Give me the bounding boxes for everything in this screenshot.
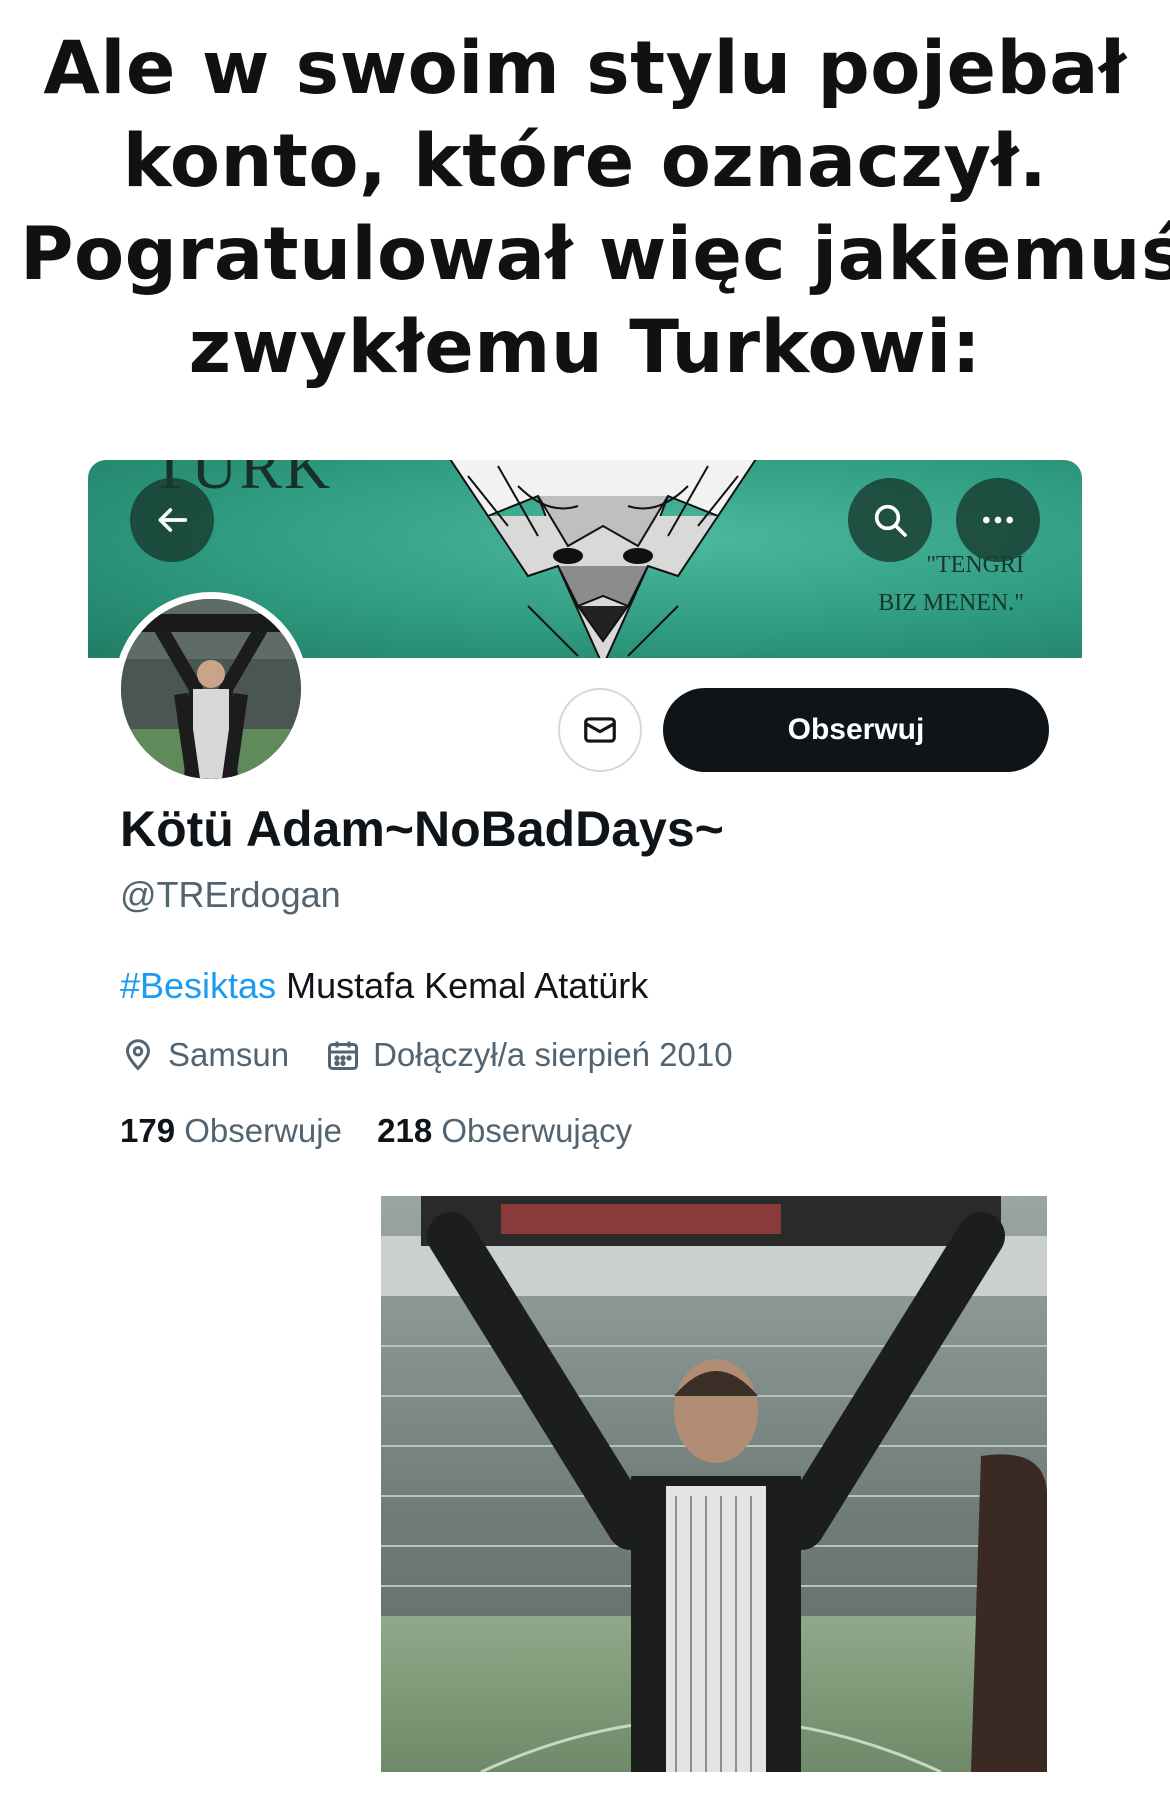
caption-line: Ale w swoim stylu pojebał: [43, 26, 1127, 111]
meme-caption: Ale w swoim stylu pojebał konto, które o…: [20, 22, 1170, 394]
following-link[interactable]: 179 Obserwuje: [120, 1112, 351, 1149]
search-icon: [874, 504, 907, 537]
more-icon: [983, 516, 1013, 524]
stadium-photo-image: [381, 1196, 1047, 1772]
back-button[interactable]: [130, 478, 214, 562]
search-button[interactable]: [848, 478, 932, 562]
followers-count: 218: [377, 1112, 433, 1149]
bio-text: Mustafa Kemal Atatürk: [276, 965, 649, 1006]
location-text: Samsun: [168, 1036, 290, 1073]
user-handle: @TRErdogan: [120, 874, 341, 915]
caption-line: konto, które oznaczył.: [122, 119, 1048, 204]
profile-bio: #Besiktas Mustafa Kemal Atatürk: [120, 965, 648, 1007]
profile-meta: Samsun Dołączył/a sierpień 2010: [120, 1036, 769, 1074]
joined-item: Dołączył/a sierpień 2010: [325, 1036, 733, 1074]
follow-button[interactable]: Obserwuj: [663, 688, 1049, 772]
caption-line: Pogratulował więc jakiemuś: [20, 212, 1170, 297]
follow-stats: 179 Obserwuje 218 Obserwujący: [120, 1112, 658, 1150]
location-item: Samsun: [120, 1036, 289, 1074]
stadium-photo: [381, 1196, 1047, 1772]
caption-line: zwykłemu Turkowi:: [188, 305, 982, 390]
banner-quote-line: BIZ MENEN.": [878, 590, 1024, 616]
display-name: Kötü Adam~NoBadDays~: [120, 801, 724, 857]
avatar[interactable]: [114, 592, 308, 786]
following-label: Obserwuje: [184, 1112, 342, 1149]
following-count: 179: [120, 1112, 176, 1149]
followers-link[interactable]: 218 Obserwujący: [377, 1112, 632, 1149]
wolf-illustration: [449, 460, 757, 658]
joined-text: Dołączył/a sierpień 2010: [373, 1036, 733, 1073]
followers-label: Obserwujący: [441, 1112, 633, 1149]
calendar-icon: [328, 1041, 359, 1070]
more-button[interactable]: [956, 478, 1040, 562]
avatar-image: [121, 599, 301, 779]
bio-hashtag-link[interactable]: #Besiktas: [120, 965, 276, 1006]
arrow-left-icon: [158, 508, 188, 532]
mail-icon: [584, 717, 616, 743]
location-pin-icon: [125, 1039, 151, 1071]
message-button[interactable]: [558, 688, 642, 772]
